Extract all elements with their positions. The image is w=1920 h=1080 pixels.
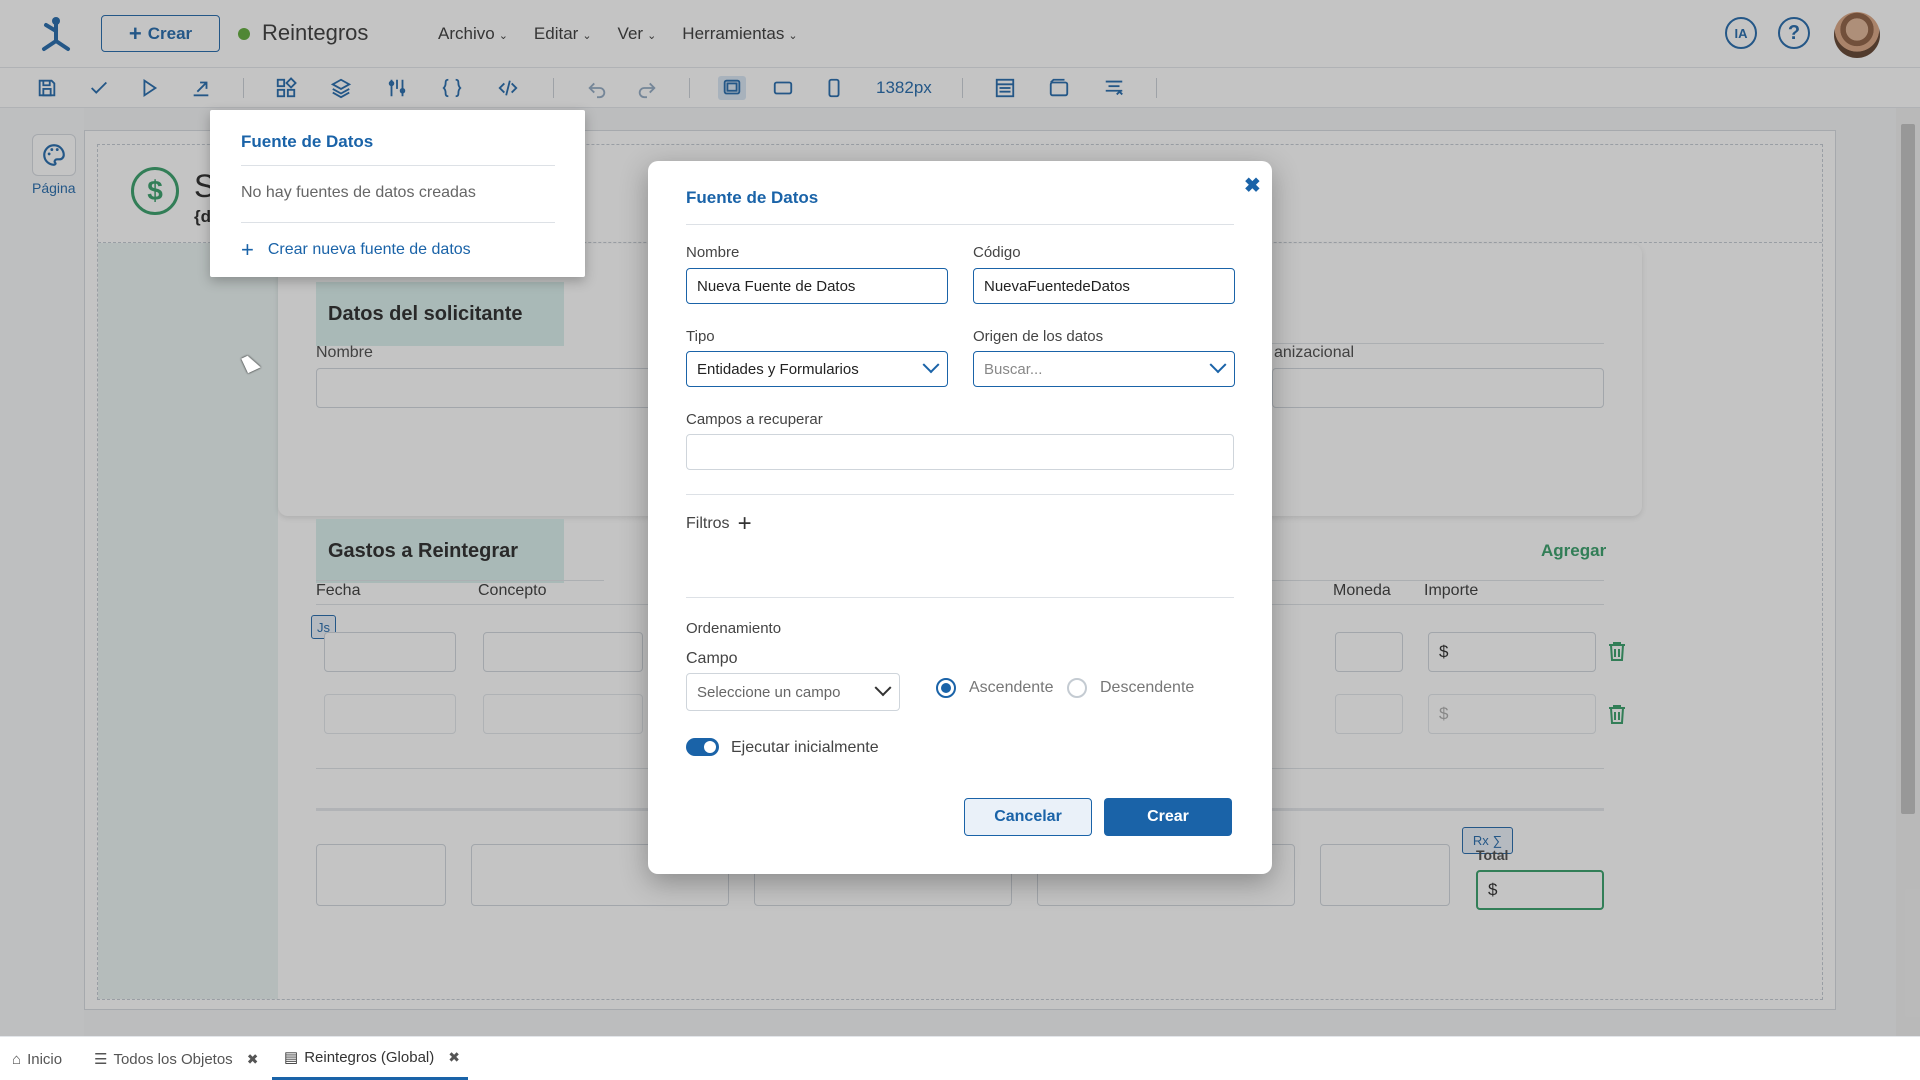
tab-todos-los-objetos[interactable]: ☰ Todos los Objetos ✖ — [94, 1037, 258, 1080]
modal-title: Fuente de Datos — [686, 188, 819, 207]
fields-label: Campos a recuperar — [686, 411, 823, 428]
create-datasource-link[interactable]: + Crear nueva fuente de datos — [241, 239, 471, 261]
type-select[interactable]: Entidades y Formularios — [686, 351, 948, 387]
list-icon: ☰ — [94, 1051, 108, 1068]
datasource-panel-title: Fuente de Datos — [241, 132, 374, 151]
datasource-empty-text: No hay fuentes de datos creadas — [241, 184, 476, 201]
datasource-modal: Fuente de Datos ✖ Nombre Nueva Fuente de… — [648, 161, 1272, 874]
run-initially-toggle[interactable] — [686, 738, 719, 756]
form-icon: ▤ — [284, 1049, 299, 1066]
cancel-button[interactable]: Cancelar — [964, 798, 1092, 836]
tab-inicio[interactable]: ⌂ Inicio — [12, 1037, 62, 1080]
bottom-tab-bar: ⌂ Inicio ☰ Todos los Objetos ✖ ▤ Reinteg… — [0, 1036, 1920, 1080]
run-initially-label: Ejecutar inicialmente — [731, 739, 879, 756]
ordering-label: Ordenamiento — [686, 620, 782, 637]
order-field-select[interactable]: Seleccione un campo — [686, 673, 900, 711]
close-icon[interactable]: ✖ — [1244, 173, 1261, 198]
code-input[interactable]: NuevaFuentedeDatos — [973, 268, 1235, 304]
name-label: Nombre — [686, 244, 740, 261]
filters-header: Filtros + — [686, 510, 752, 537]
plus-icon: + — [241, 237, 254, 262]
code-label: Código — [973, 244, 1021, 261]
datasource-dropdown-panel: Fuente de Datos No hay fuentes de datos … — [210, 110, 585, 277]
home-icon: ⌂ — [12, 1050, 22, 1068]
ascending-radio[interactable] — [936, 678, 956, 698]
descending-label: Descendente — [1100, 679, 1195, 696]
ascending-label: Ascendente — [969, 679, 1054, 696]
origin-select[interactable]: Buscar... — [973, 351, 1235, 387]
close-tab-icon[interactable]: ✖ — [247, 1051, 259, 1068]
fields-input[interactable] — [686, 434, 1234, 470]
origin-label: Origen de los datos — [973, 328, 1104, 345]
type-label: Tipo — [686, 328, 715, 345]
chevron-down-icon — [1209, 356, 1227, 374]
close-tab-icon[interactable]: ✖ — [448, 1049, 460, 1066]
tab-reintegros-global[interactable]: ▤ Reintegros (Global) ✖ — [272, 1037, 468, 1080]
chevron-down-icon — [874, 679, 892, 697]
name-input[interactable]: Nueva Fuente de Datos — [686, 268, 948, 304]
add-filter-icon[interactable]: + — [738, 512, 752, 536]
field-label: Campo — [686, 650, 738, 667]
chevron-down-icon — [922, 356, 940, 374]
create-datasource-button[interactable]: Crear — [1104, 798, 1232, 836]
descending-radio[interactable] — [1067, 678, 1087, 698]
